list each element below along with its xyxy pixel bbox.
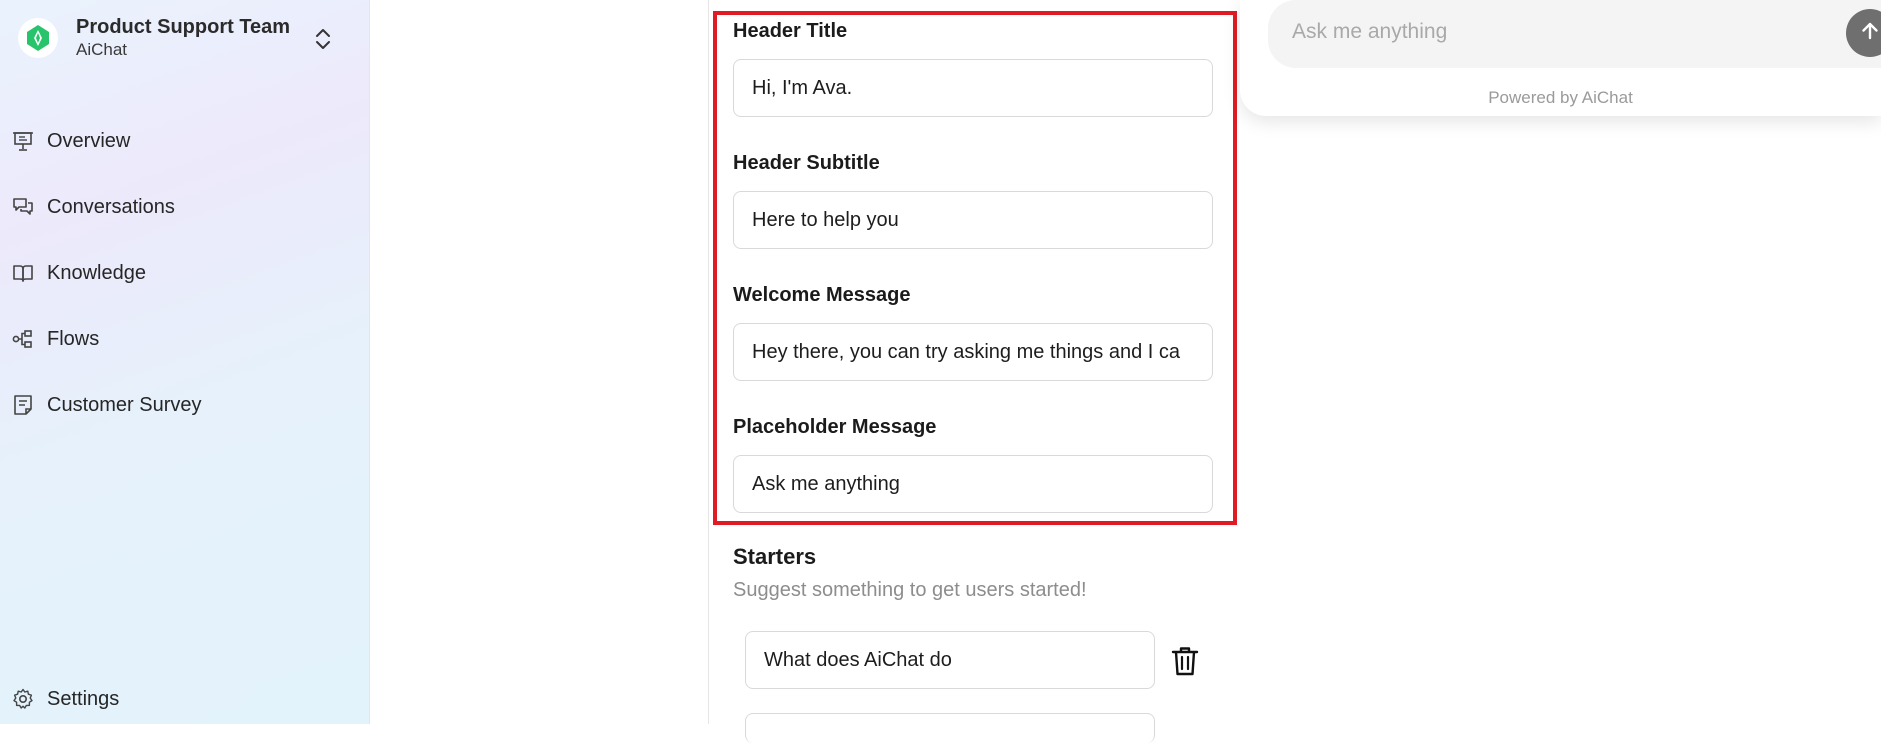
starter-input[interactable] (745, 713, 1155, 743)
survey-icon (12, 394, 34, 416)
sidebar-item-overview[interactable]: Overview (0, 108, 370, 174)
team-app-name: AiChat (76, 40, 128, 59)
trash-icon[interactable] (1170, 645, 1200, 677)
form-divider (708, 0, 709, 724)
team-name: Product Support Team (76, 16, 291, 38)
header-title-input[interactable]: Hi, I'm Ava. (733, 59, 1213, 117)
chat-input-placeholder: Ask me anything (1292, 20, 1448, 43)
placeholder-message-input[interactable]: Ask me anything (733, 455, 1213, 513)
starter-input[interactable]: What does AiChat do (745, 631, 1155, 689)
sidebar-item-knowledge[interactable]: Knowledge (0, 240, 370, 306)
sidebar-nav: Overview Conversations Knowledge Flows C… (0, 108, 370, 438)
gear-icon (12, 688, 34, 710)
team-switcher[interactable]: Product Support Team AiChat (18, 14, 338, 62)
welcome-message-label: Welcome Message (733, 284, 911, 306)
starters-subtitle: Suggest something to get users started! (733, 579, 1087, 601)
sidebar-item-label: Flows (47, 327, 100, 350)
sidebar-item-label: Customer Survey (47, 393, 202, 416)
send-button[interactable] (1846, 9, 1881, 57)
chat-preview: Ask me anything Powered by AiChat (1240, 0, 1881, 116)
header-subtitle-input[interactable]: Here to help you (733, 191, 1213, 249)
sidebar-item-label: Knowledge (47, 261, 146, 284)
chevron-up-down-icon (314, 26, 332, 52)
sidebar-item-label: Settings (47, 687, 120, 710)
sidebar: Product Support Team AiChat Overview Con… (0, 0, 370, 724)
arrow-up-icon (1859, 20, 1881, 47)
powered-by: Powered by AiChat (1488, 88, 1633, 107)
chat-input[interactable]: Ask me anything (1268, 0, 1881, 68)
sidebar-item-flows[interactable]: Flows (0, 306, 370, 372)
header-subtitle-label: Header Subtitle (733, 152, 880, 174)
sidebar-item-conversations[interactable]: Conversations (0, 174, 370, 240)
presentation-icon (12, 130, 34, 152)
welcome-message-input[interactable]: Hey there, you can try asking me things … (733, 323, 1213, 381)
chat-bubbles-icon (12, 196, 34, 218)
sidebar-item-label: Conversations (47, 195, 175, 218)
sidebar-item-label: Overview (47, 129, 131, 152)
sidebar-item-settings[interactable]: Settings (0, 666, 370, 732)
book-icon (12, 262, 34, 284)
flow-icon (12, 328, 34, 350)
starters-title: Starters (733, 544, 817, 569)
placeholder-message-label: Placeholder Message (733, 416, 937, 438)
sidebar-item-customer-survey[interactable]: Customer Survey (0, 372, 370, 438)
header-title-label: Header Title (733, 20, 848, 42)
aichat-logo-icon (18, 18, 58, 58)
